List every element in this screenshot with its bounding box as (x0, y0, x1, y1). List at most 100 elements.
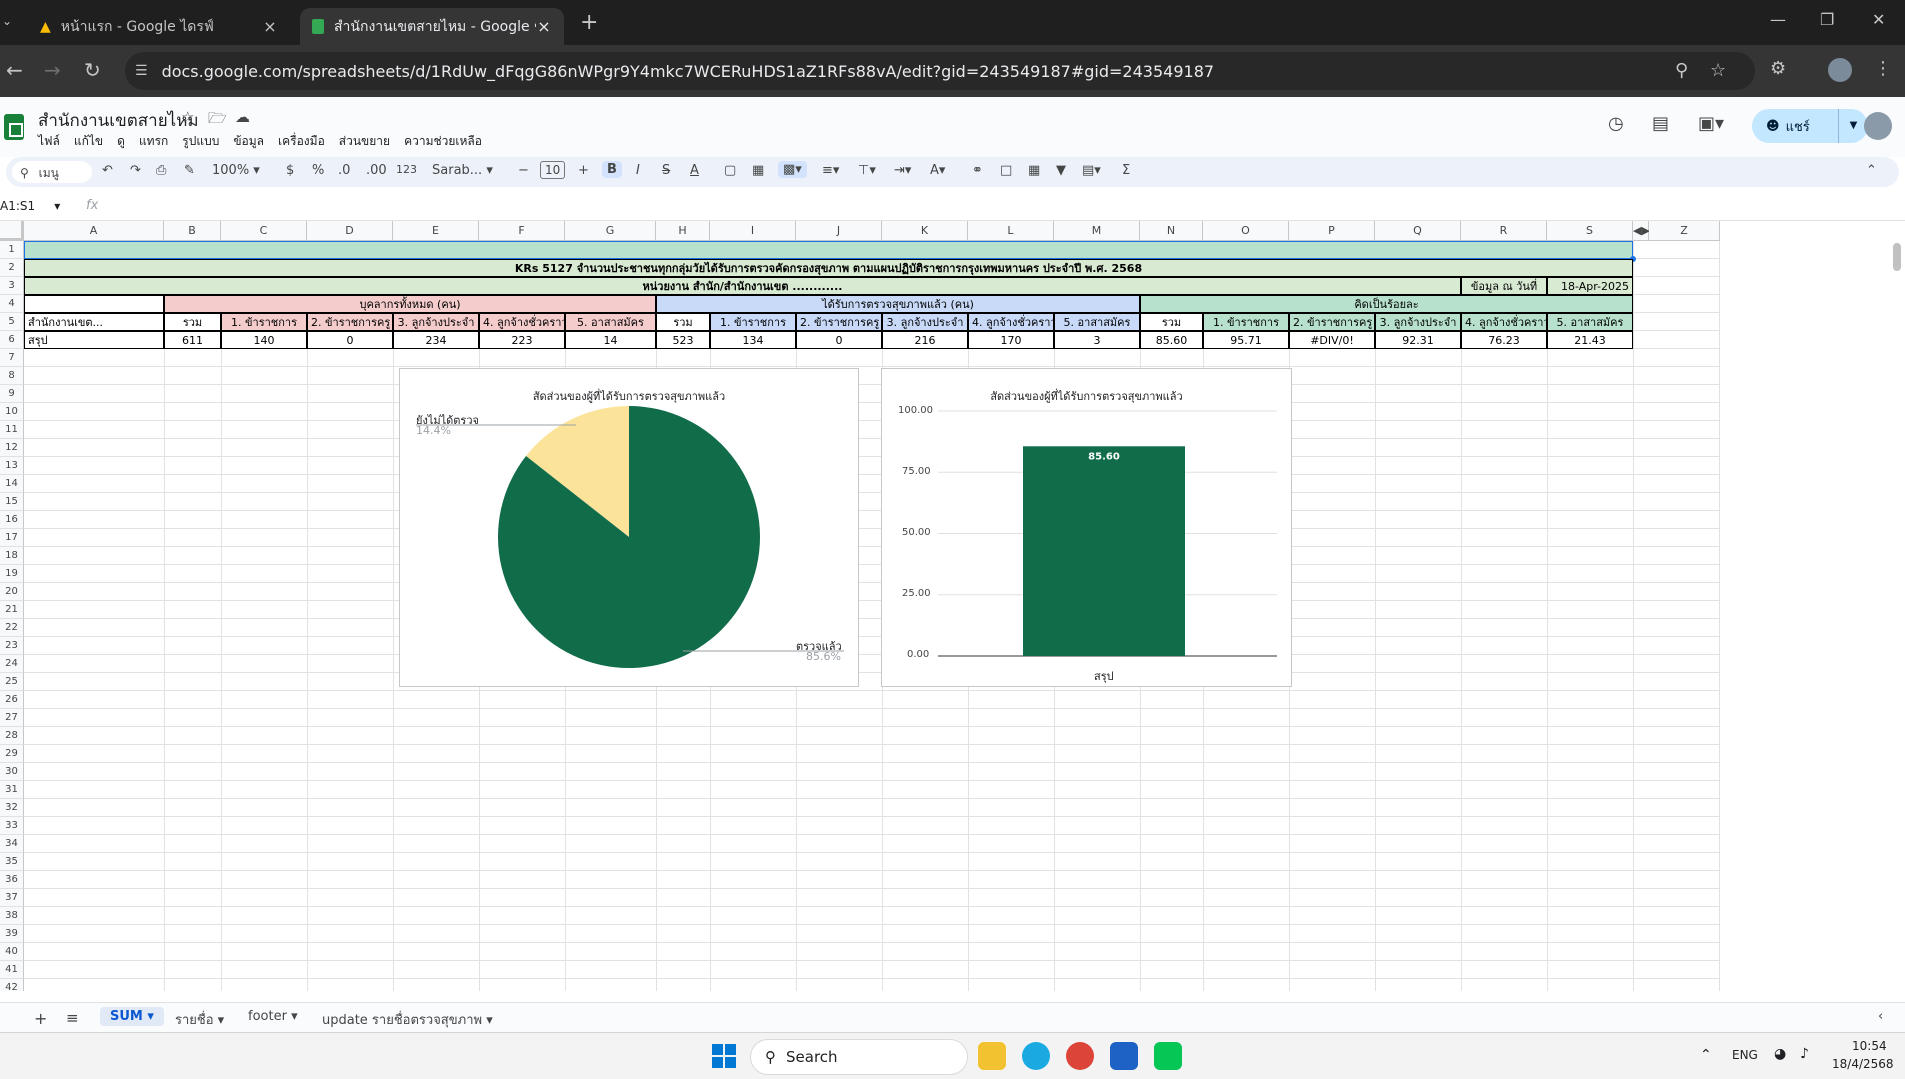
subheader-percent-3[interactable]: 3. ลูกจ้างประจำ (1375, 313, 1461, 331)
row-header[interactable]: 17 (0, 529, 24, 547)
table-title[interactable]: KRs 5127 จำนวนประชาชนทุกกลุ่มวัยได้รับกา… (24, 259, 1633, 277)
row-header[interactable]: 5 (0, 313, 24, 331)
column-header-p[interactable]: P (1289, 221, 1375, 241)
row-header[interactable]: 25 (0, 673, 24, 691)
merge-cells-icon[interactable]: ▩▾ (778, 161, 807, 178)
column-header-d[interactable]: D (307, 221, 393, 241)
subheader-all-2[interactable]: 2. ข้าราชการครู (307, 313, 393, 331)
menu-data[interactable]: ข้อมูล (233, 132, 264, 151)
column-header-z[interactable]: Z (1649, 221, 1720, 241)
bar-summary[interactable] (1023, 446, 1185, 656)
summary-cell[interactable]: #DIV/0! (1289, 331, 1375, 349)
column-header-r[interactable]: R (1461, 221, 1547, 241)
district-header[interactable]: สำนักงานเขต... (24, 313, 164, 331)
summary-cell[interactable]: 95.71 (1203, 331, 1289, 349)
sheets-logo-icon[interactable] (4, 114, 24, 140)
text-wrap-icon[interactable]: ⇥▾ (894, 163, 911, 178)
hidden-columns-indicator[interactable]: ◀▶ (1633, 221, 1650, 241)
summary-cell[interactable]: 21.43 (1547, 331, 1633, 349)
pie-chart[interactable]: สัดส่วนของผู้ที่ได้รับการตรวจสุขภาพแล้ว … (399, 368, 859, 687)
menu-extensions[interactable]: ส่วนขยาย (339, 132, 390, 151)
restore-icon[interactable]: ❐ (1820, 10, 1834, 29)
menu-tools[interactable]: เครื่องมือ (278, 132, 325, 151)
row-header[interactable]: 15 (0, 493, 24, 511)
row-header[interactable]: 30 (0, 763, 24, 781)
bar-chart[interactable]: สัดส่วนของผู้ที่ได้รับการตรวจสุขภาพแล้ว … (881, 368, 1292, 687)
filter-views-icon[interactable]: ▤▾ (1082, 163, 1101, 178)
borders-icon[interactable]: ▦ (752, 163, 764, 178)
comments-icon[interactable]: ▤ (1652, 113, 1669, 134)
summary-label[interactable]: สรุป (24, 331, 164, 349)
currency-button[interactable]: $ (286, 163, 294, 178)
row-header[interactable]: 7 (0, 349, 24, 367)
strikethrough-button[interactable]: S (662, 163, 670, 178)
subheader-all-3[interactable]: 3. ลูกจ้างประจำ (393, 313, 479, 331)
sheet-tab-sum[interactable]: SUM ▾ (100, 1007, 164, 1026)
row-header[interactable]: 14 (0, 475, 24, 493)
paint-format-icon[interactable]: ✎ (184, 163, 195, 178)
functions-icon[interactable]: Σ (1122, 163, 1130, 178)
row-header[interactable]: 32 (0, 799, 24, 817)
summary-cell[interactable]: 0 (307, 331, 393, 349)
summary-cell[interactable]: 223 (479, 331, 565, 349)
row-header[interactable]: 34 (0, 835, 24, 853)
column-header-g[interactable]: G (565, 221, 656, 241)
close-window-icon[interactable]: ✕ (1872, 10, 1885, 29)
row-header[interactable]: 22 (0, 619, 24, 637)
group-all-header[interactable]: บุคลากรทั้งหมด (คน) (164, 295, 656, 313)
back-icon[interactable]: ← (6, 58, 23, 82)
all-sheets-icon[interactable]: ≡ (66, 1009, 79, 1027)
show-hidden-icons[interactable]: ⌃ (1700, 1047, 1712, 1063)
unit-line[interactable]: หน่วยงาน สำนัก/สำนักงานเขต ............ (24, 277, 1461, 295)
extensions-icon[interactable]: ⚙ (1770, 58, 1786, 79)
row-header[interactable]: 37 (0, 889, 24, 907)
vertical-scrollbar[interactable] (1893, 243, 1901, 271)
row-header[interactable]: 36 (0, 871, 24, 889)
menu-edit[interactable]: แก้ไข (74, 132, 103, 151)
column-header-h[interactable]: H (656, 221, 710, 241)
forward-icon[interactable]: → (44, 58, 61, 82)
row-header[interactable]: 9 (0, 385, 24, 403)
subheader-checked-total[interactable]: รวม (656, 313, 710, 331)
subheader-all-4[interactable]: 4. ลูกจ้างชั่วคราว (479, 313, 565, 331)
column-header-o[interactable]: O (1203, 221, 1289, 241)
close-icon[interactable]: × (536, 17, 552, 36)
summary-cell[interactable]: 85.60 (1140, 331, 1203, 349)
row-header[interactable]: 41 (0, 961, 24, 979)
percent-button[interactable]: % (312, 163, 324, 178)
summary-cell[interactable]: 14 (565, 331, 656, 349)
column-header-i[interactable]: I (710, 221, 796, 241)
decrease-decimal-button[interactable]: .0 (338, 163, 350, 178)
increase-decimal-button[interactable]: .00 (366, 163, 387, 178)
tab-search-icon[interactable]: ⌄ (2, 14, 12, 28)
star-icon[interactable]: ☆ (181, 108, 194, 126)
line-app-icon[interactable] (1154, 1042, 1182, 1070)
subheader-percent-4[interactable]: 4. ลูกจ้างชั่วคราว (1461, 313, 1547, 331)
row-header[interactable]: 20 (0, 583, 24, 601)
subheader-percent-2[interactable]: 2. ข้าราชการครู (1289, 313, 1375, 331)
clock-time[interactable]: 10:54 (1852, 1039, 1887, 1053)
print-icon[interactable]: ⎙ (156, 163, 166, 178)
summary-cell[interactable]: 170 (968, 331, 1054, 349)
column-header-a[interactable]: A (24, 221, 164, 241)
summary-cell[interactable]: 234 (393, 331, 479, 349)
subheader-checked-5[interactable]: 5. อาสาสมัคร (1054, 313, 1140, 331)
number-format-button[interactable]: 123 (396, 163, 417, 176)
reload-icon[interactable]: ↻ (84, 58, 101, 82)
row-header[interactable]: 2 (0, 259, 24, 277)
select-all-corner[interactable] (0, 221, 24, 241)
wifi-icon[interactable]: ◕ (1774, 1046, 1786, 1062)
subheader-checked-2[interactable]: 2. ข้าราชการครู (796, 313, 882, 331)
column-header-b[interactable]: B (164, 221, 221, 241)
subheader-all-total[interactable]: รวม (164, 313, 221, 331)
row-header[interactable]: 35 (0, 853, 24, 871)
add-sheet-icon[interactable]: + (34, 1009, 47, 1028)
name-box[interactable]: A1:S1 ▾ (0, 199, 60, 213)
bold-button[interactable]: B (602, 161, 622, 178)
row-header[interactable]: 21 (0, 601, 24, 619)
insert-link-icon[interactable]: ⚭ (972, 163, 983, 178)
column-header-l[interactable]: L (968, 221, 1054, 241)
subheader-all-1[interactable]: 1. ข้าราชการ (221, 313, 307, 331)
row-header[interactable]: 40 (0, 943, 24, 961)
language-indicator[interactable]: ENG (1732, 1048, 1758, 1062)
